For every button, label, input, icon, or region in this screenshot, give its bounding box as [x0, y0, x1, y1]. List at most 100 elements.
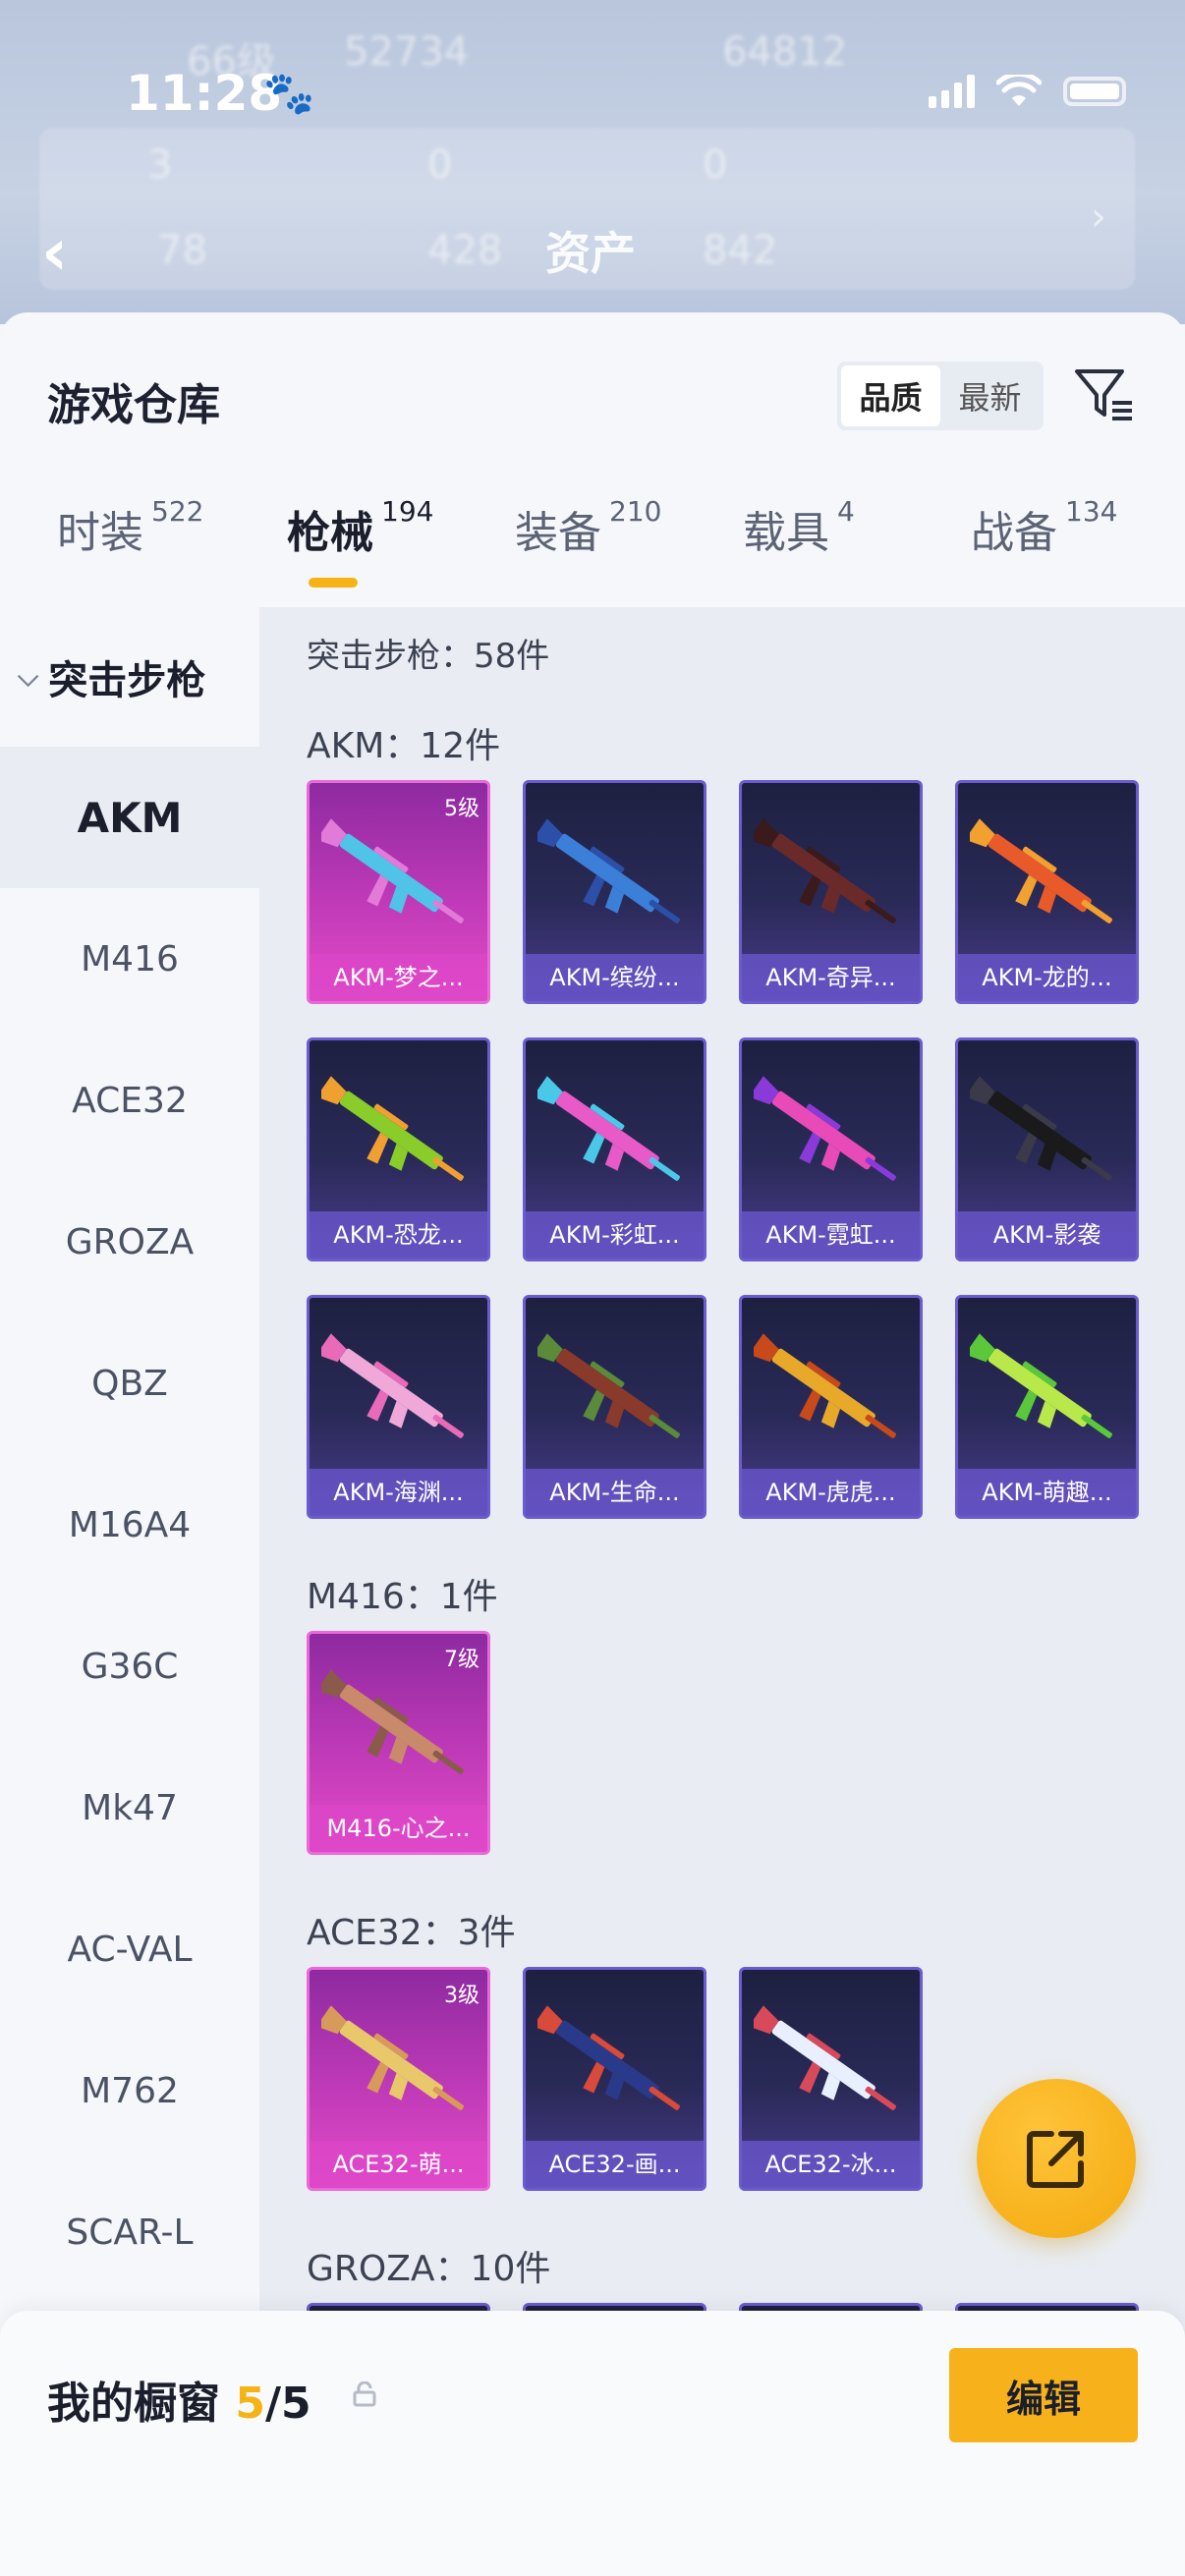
tab-count: 4	[837, 495, 855, 528]
weapon-name: AKM-梦之...	[310, 954, 487, 1001]
active-tab-indicator	[309, 578, 358, 588]
sidebar-item-scar-l[interactable]: SCAR-L	[0, 2161, 259, 2303]
weapon-card[interactable]: AKM-海渊...	[307, 1295, 490, 1519]
showcase-title: 我的橱窗	[47, 2379, 220, 2429]
sidebar-item-m16a4[interactable]: M16A4	[0, 1454, 259, 1596]
showcase-label: 我的橱窗 5/5	[47, 2368, 311, 2431]
weapon-name: AKM-虎虎...	[742, 1469, 920, 1516]
weapon-card[interactable]: AKM-虎虎...	[739, 1295, 923, 1519]
weapon-card[interactable]: AKM-龙的...	[955, 780, 1139, 1004]
weapon-card[interactable]: AKM-萌趣...	[955, 1295, 1139, 1519]
weapon-card[interactable]: AKM-生命...	[523, 1295, 706, 1519]
sort-toggle: 品质 最新	[837, 362, 1044, 430]
rifle-icon	[754, 818, 896, 924]
weapon-card[interactable]: ACE32-画...	[523, 1967, 706, 2191]
ghost-stat: 3	[147, 142, 173, 188]
sidebar-item-akm[interactable]: AKM	[0, 747, 259, 888]
back-arrow-icon[interactable]: ‹	[41, 214, 68, 290]
share-button[interactable]	[977, 2079, 1136, 2238]
header-title: 资产	[545, 227, 636, 280]
weapon-name: M416-心之...	[310, 1805, 487, 1852]
sidebar-item-qbz[interactable]: QBZ	[0, 1313, 259, 1454]
sidebar-group-assault-rifles[interactable]: ⌵ 突击步枪	[0, 607, 259, 747]
chevron-down-icon: ⌵	[18, 660, 39, 693]
rifle-icon	[321, 2005, 464, 2110]
weapon-name: ACE32-画...	[526, 2141, 704, 2188]
tab-label: 战备	[971, 508, 1057, 558]
sidebar-item-groza[interactable]: GROZA	[0, 1171, 259, 1313]
weapon-card[interactable]: 7级 M416-心之...	[307, 1631, 490, 1855]
sheet-title: 游戏仓库	[47, 380, 220, 430]
ghost-stat: 842	[703, 228, 778, 273]
rifle-icon	[754, 2005, 896, 2110]
tab-equipment[interactable]: 装备 210	[515, 495, 662, 560]
weapon-card[interactable]: ACE32-冰...	[739, 1967, 923, 2191]
ghost-stat: 64812	[722, 29, 848, 75]
weapon-card[interactable]: AKM-霓虹...	[739, 1037, 923, 1261]
rifle-icon	[321, 1333, 464, 1438]
tab-count: 134	[1065, 495, 1118, 528]
sidebar-item-ac-val[interactable]: AC-VAL	[0, 1878, 259, 2020]
chevron-right-icon: ›	[1091, 195, 1106, 240]
weapon-name: AKM-生命...	[526, 1469, 704, 1516]
filter-icon[interactable]	[1071, 362, 1136, 426]
weapon-type-sidebar: ⌵ 突击步枪 AKM M416 ACE32 GROZA QBZ M16A4 G3…	[0, 607, 259, 2576]
weapon-grid: 突击步枪：58件 AKM：12件 5级 AKM-梦之... AKM-缤纷... AKM-…	[259, 607, 1185, 2576]
tab-count: 210	[609, 495, 662, 528]
status-icons	[929, 75, 1126, 108]
section-title: M416：1件	[307, 1577, 498, 1617]
showcase-bar: 我的橱窗 5/5 编辑	[0, 2311, 1185, 2576]
weapon-card[interactable]: AKM-彩虹...	[523, 1037, 706, 1261]
sort-quality-button[interactable]: 品质	[841, 365, 940, 426]
weapon-card[interactable]: 5级 AKM-梦之...	[307, 780, 490, 1004]
section-title: AKM：12件	[307, 726, 501, 766]
weapon-name: AKM-海渊...	[310, 1469, 487, 1516]
level-badge: 7级	[444, 1648, 480, 1672]
level-badge: 5级	[444, 797, 480, 821]
sidebar-item-m416[interactable]: M416	[0, 888, 259, 1030]
rifle-icon	[321, 1076, 464, 1181]
share-icon	[1027, 2131, 1084, 2188]
tab-supplies[interactable]: 战备 134	[971, 495, 1118, 560]
sidebar-item-m762[interactable]: M762	[0, 2020, 259, 2161]
rifle-icon	[321, 818, 464, 924]
tab-count: 194	[381, 495, 434, 528]
category-tabs: 时装 522 枪械 194 装备 210 载具 4 战备 134	[0, 495, 1185, 605]
rifle-icon	[537, 818, 680, 924]
lock-icon[interactable]	[352, 2381, 377, 2407]
category-summary: 突击步枪：58件	[307, 637, 550, 676]
sort-latest-button[interactable]: 最新	[940, 365, 1040, 426]
sidebar-group-label: 突击步枪	[48, 658, 206, 703]
sidebar-item-ace32[interactable]: ACE32	[0, 1030, 259, 1171]
weapon-name: AKM-缤纷...	[526, 954, 704, 1001]
background-header: 66级 52734 64812 3 0 0 78 428 842 11:28 🐾…	[0, 0, 1185, 324]
section-title: GROZA：10件	[307, 2249, 551, 2289]
section-title: ACE32：3件	[307, 1913, 516, 1953]
wifi-icon	[996, 75, 1042, 106]
rifle-icon	[321, 1669, 464, 1774]
weapon-card[interactable]: AKM-奇异...	[739, 780, 923, 1004]
edit-button[interactable]: 编辑	[949, 2348, 1138, 2442]
weapon-card[interactable]: AKM-缤纷...	[523, 780, 706, 1004]
sidebar-item-mk47[interactable]: Mk47	[0, 1737, 259, 1878]
status-time: 11:28	[126, 65, 283, 122]
battery-icon	[1063, 77, 1126, 106]
weapon-name: AKM-影袭	[958, 1211, 1136, 1259]
weapon-name: ACE32-萌...	[310, 2141, 487, 2188]
rifle-icon	[970, 818, 1112, 924]
ghost-stat: 0	[703, 142, 728, 188]
tab-guns[interactable]: 枪械 194	[287, 495, 434, 560]
weapon-name: AKM-奇异...	[742, 954, 920, 1001]
tab-fashion[interactable]: 时装 522	[57, 495, 203, 560]
ghost-stat: 52734	[344, 29, 470, 75]
weapon-card[interactable]: AKM-恐龙...	[307, 1037, 490, 1261]
weapon-card[interactable]: AKM-影袭	[955, 1037, 1139, 1261]
sidebar-item-g36c[interactable]: G36C	[0, 1596, 259, 1737]
tab-vehicles[interactable]: 载具 4	[743, 495, 855, 560]
rifle-icon	[537, 1333, 680, 1438]
tab-label: 载具	[743, 508, 829, 558]
weapon-name: AKM-彩虹...	[526, 1211, 704, 1259]
ghost-stat: 0	[427, 142, 453, 188]
warehouse-sheet: 游戏仓库 品质 最新 时装 522 枪械 194 装备 210 载具 4 战备 …	[0, 312, 1185, 2576]
weapon-card[interactable]: 3级 ACE32-萌...	[307, 1967, 490, 2191]
